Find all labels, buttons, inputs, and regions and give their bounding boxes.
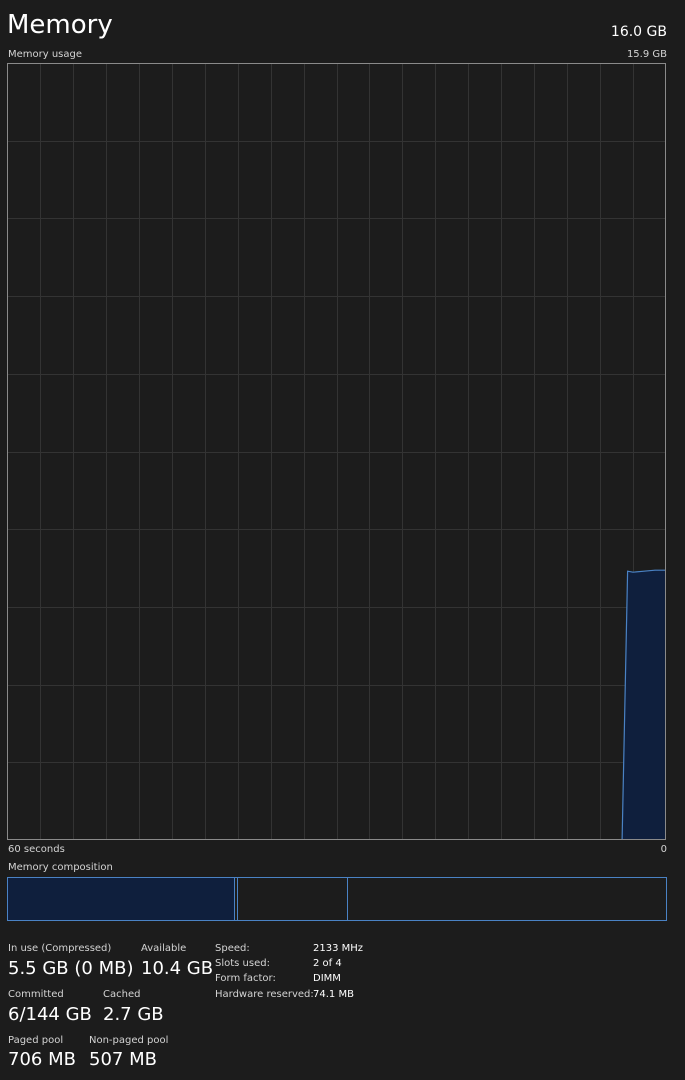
form-factor-value: DIMM: [313, 973, 341, 984]
composition-free-segment[interactable]: [348, 878, 666, 920]
graph-time-end: 0: [660, 844, 667, 855]
cached-label: Cached: [103, 989, 141, 1000]
memory-usage-graph: [7, 63, 666, 840]
in-use-label: In use (Compressed): [8, 943, 112, 954]
total-memory: 16.0 GB: [610, 24, 667, 40]
composition-in-use-segment[interactable]: [8, 878, 235, 920]
form-factor-label: Form factor:: [215, 973, 276, 984]
memory-composition-bar[interactable]: [7, 877, 667, 921]
available-label: Available: [141, 943, 187, 954]
composition-standby-segment[interactable]: [238, 878, 348, 920]
speed-value: 2133 MHz: [313, 943, 364, 954]
paged-pool-value: 706 MB: [8, 1049, 76, 1070]
non-paged-pool-value: 507 MB: [89, 1049, 157, 1070]
slots-used-label: Slots used:: [215, 958, 270, 969]
available-value: 10.4 GB: [141, 958, 214, 979]
memory-performance-panel: Memory 16.0 GB Memory usage 15.9 GB 60 s…: [0, 0, 685, 1080]
committed-label: Committed: [8, 989, 64, 1000]
paged-pool-label: Paged pool: [8, 1035, 64, 1046]
committed-value: 6/144 GB: [8, 1004, 92, 1025]
memory-usage-label: Memory usage: [8, 49, 83, 60]
memory-composition-label: Memory composition: [8, 862, 113, 873]
graph-time-start: 60 seconds: [8, 844, 65, 855]
cached-value: 2.7 GB: [103, 1004, 164, 1025]
speed-label: Speed:: [215, 943, 250, 954]
slots-used-value: 2 of 4: [313, 958, 342, 969]
hardware-reserved-value: 74.1 MB: [313, 989, 354, 1000]
non-paged-pool-label: Non-paged pool: [89, 1035, 169, 1046]
memory-usage-max: 15.9 GB: [626, 49, 667, 60]
hardware-reserved-label: Hardware reserved:: [215, 989, 314, 1000]
page-title: Memory: [7, 10, 113, 40]
in-use-value: 5.5 GB (0 MB): [8, 958, 134, 979]
